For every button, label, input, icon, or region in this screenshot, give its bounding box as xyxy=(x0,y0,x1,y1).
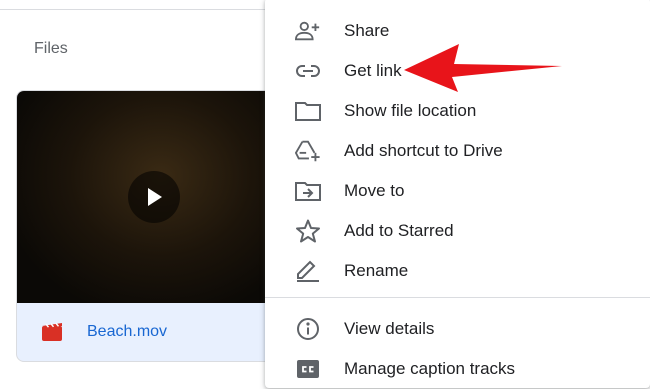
top-divider xyxy=(0,9,290,10)
menu-divider xyxy=(265,297,650,298)
video-thumbnail[interactable] xyxy=(17,91,279,303)
menu-item-label: Show file location xyxy=(344,101,477,120)
star-icon xyxy=(295,219,321,243)
annotation-arrow xyxy=(404,42,564,94)
menu-item-move-to[interactable]: Move to xyxy=(265,171,650,211)
file-footer[interactable]: Beach.mov xyxy=(17,303,279,361)
file-card[interactable]: Beach.mov xyxy=(16,90,280,362)
add-to-drive-icon xyxy=(295,139,321,163)
pencil-icon xyxy=(295,259,321,283)
video-file-icon xyxy=(42,323,62,341)
folder-icon xyxy=(295,99,321,123)
menu-item-label: Add shortcut to Drive xyxy=(344,141,503,160)
play-icon xyxy=(148,188,162,206)
move-to-folder-icon xyxy=(295,179,321,203)
menu-item-rename[interactable]: Rename xyxy=(265,251,650,291)
file-name[interactable]: Beach.mov xyxy=(87,323,167,341)
menu-item-add-to-starred[interactable]: Add to Starred xyxy=(265,211,650,251)
menu-item-show-file-location[interactable]: Show file location xyxy=(265,91,650,131)
menu-item-label: Get link xyxy=(344,61,402,80)
person-add-icon xyxy=(295,19,321,43)
menu-item-label: Move to xyxy=(344,181,405,200)
closed-caption-icon xyxy=(295,357,321,381)
menu-item-view-details[interactable]: View details xyxy=(265,309,650,349)
link-icon xyxy=(295,59,321,83)
menu-item-add-shortcut[interactable]: Add shortcut to Drive xyxy=(265,131,650,171)
menu-item-label: Share xyxy=(344,21,390,40)
menu-item-label: Manage caption tracks xyxy=(344,359,516,378)
menu-item-label: View details xyxy=(344,319,435,338)
menu-item-label: Rename xyxy=(344,261,409,280)
play-button[interactable] xyxy=(128,171,180,223)
menu-item-label: Add to Starred xyxy=(344,221,454,240)
menu-item-manage-caption-tracks[interactable]: Manage caption tracks xyxy=(265,349,650,389)
info-icon xyxy=(295,317,321,341)
files-section-title: Files xyxy=(34,40,68,57)
